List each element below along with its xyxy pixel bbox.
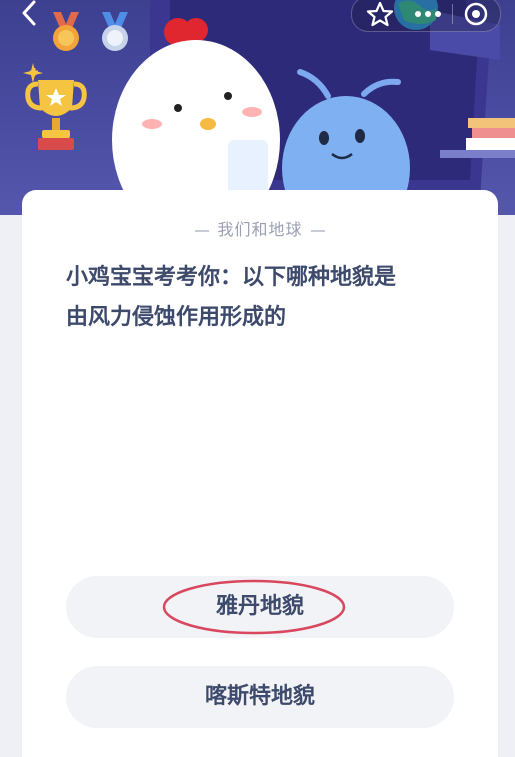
star-outline-icon[interactable] [360, 0, 400, 31]
sparkle-icon [23, 63, 43, 83]
section-title-text: 我们和地球 [217, 220, 303, 239]
mini-program-capsule [351, 0, 501, 32]
medal-gold-icon [53, 12, 79, 51]
question-card: 我们和地球 小鸡宝宝考考你：以下哪种地貌是 由风力侵蚀作用形成的 雅丹地貌 喀斯… [22, 190, 498, 757]
question-line-2: 由风力侵蚀作用形成的 [66, 305, 287, 330]
chevron-left-icon[interactable] [14, 0, 44, 30]
answer-option-1[interactable]: 雅丹地貌 [66, 576, 454, 638]
section-title: 我们和地球 [22, 216, 498, 240]
header-illustration [0, 0, 515, 215]
title-dash-left [195, 229, 210, 232]
question-text: 小鸡宝宝考考你：以下哪种地貌是 由风力侵蚀作用形成的 [66, 258, 466, 338]
answer-option-label: 喀斯特地貌 [204, 684, 315, 709]
capsule-separator [452, 4, 453, 24]
target-circle-icon[interactable] [456, 0, 496, 31]
more-dots-icon[interactable] [406, 0, 450, 31]
answer-option-2[interactable]: 喀斯特地貌 [66, 666, 454, 728]
chick-mascot-illustration [112, 18, 280, 215]
question-line-1: 小鸡宝宝考考你：以下哪种地貌是 [66, 265, 397, 290]
quiz-screen: 我们和地球 小鸡宝宝考考你：以下哪种地貌是 由风力侵蚀作用形成的 雅丹地貌 喀斯… [0, 0, 515, 757]
title-dash-right [310, 229, 325, 232]
answer-option-label: 雅丹地貌 [215, 594, 304, 619]
